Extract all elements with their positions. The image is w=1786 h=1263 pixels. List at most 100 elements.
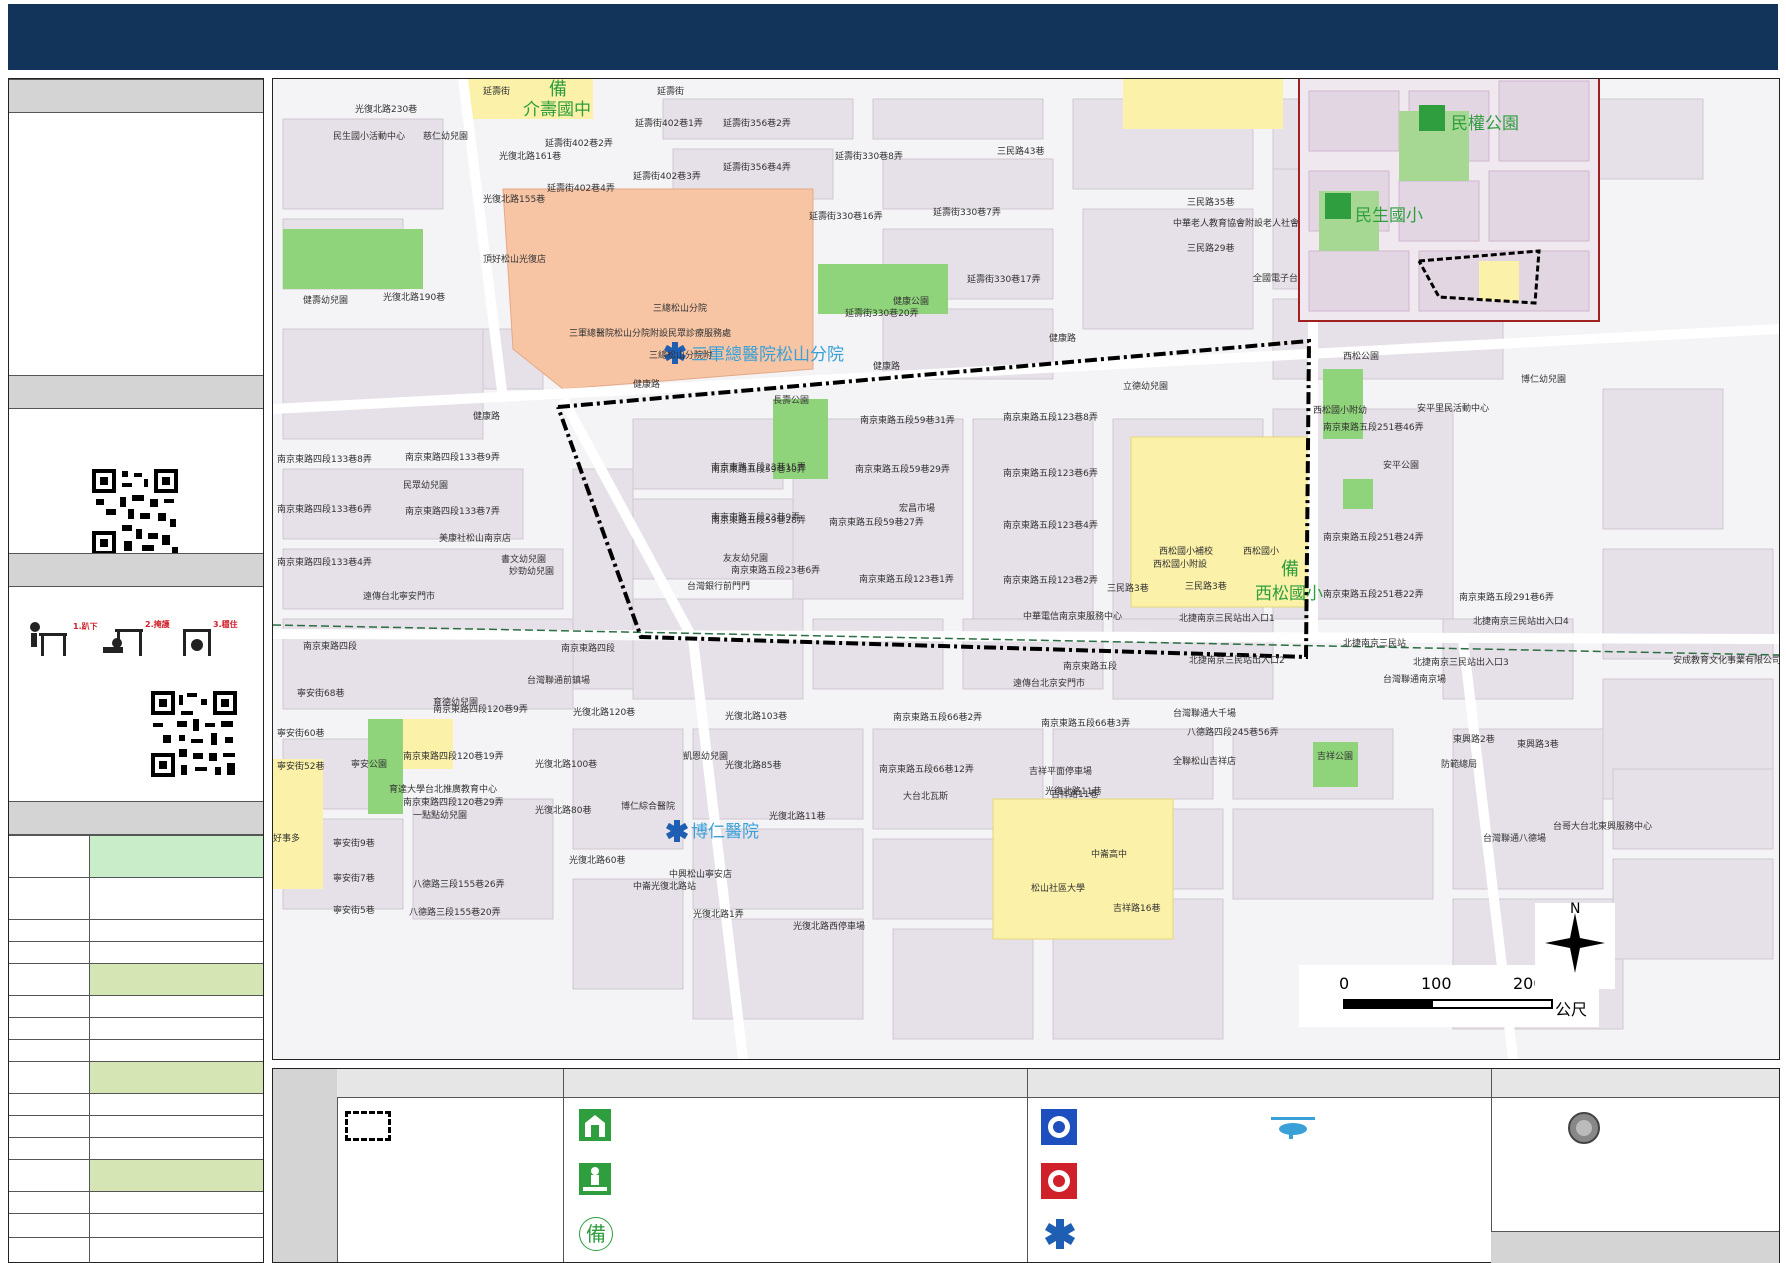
svg-text:公尺: 公尺	[1555, 1000, 1587, 1019]
qr-code-icon[interactable]	[151, 691, 237, 777]
poi-label: 吉祥公園	[1317, 750, 1353, 762]
qr-code-icon[interactable]	[92, 469, 178, 555]
svg-text:1.趴下: 1.趴下	[73, 622, 98, 631]
street-label: 南京東路五段23巷6弄	[731, 564, 820, 576]
poi-label: 北捷南京三民站出入口3	[1413, 656, 1509, 668]
poi-label: 北捷南京三民站出入口4	[1473, 615, 1569, 627]
police-station-icon	[1041, 1109, 1077, 1145]
park-shelter-icon	[579, 1163, 611, 1195]
table-row	[9, 963, 263, 995]
table-row	[9, 941, 263, 963]
street-label: 光復北路190巷	[383, 291, 445, 303]
drop-cover-hold-icon: 1.趴下 2.掩護 3.穩住	[30, 619, 238, 656]
poi-label: 妙勁幼兒園	[509, 565, 554, 577]
street-label: 南京東路五段123巷2弄	[1003, 574, 1098, 586]
poi-label: 好事多	[273, 832, 300, 844]
street-label: 光復北路103巷	[725, 710, 787, 722]
poi-label: 西松國小附設	[1153, 558, 1207, 570]
street-label: 南京東路五段123巷6弄	[1003, 467, 1098, 479]
street-label: 南京東路四段	[561, 642, 615, 654]
street-label: 三民路3巷	[1107, 582, 1149, 594]
street-map[interactable]: 三軍總醫院松山分院 博仁醫院 介壽國中 西松國小 備 備 南京東路五段59巷31…	[273, 79, 1779, 1059]
title-bar	[8, 4, 1778, 70]
shelter-building-icon	[579, 1109, 611, 1141]
label-school-xisong: 西松國小	[1255, 584, 1323, 604]
table-row	[9, 1039, 263, 1061]
poi-label: 博仁幼兒園	[1521, 373, 1566, 385]
street-label: 南京東路五段66巷12弄	[879, 763, 974, 775]
table-row	[9, 1017, 263, 1039]
street-label: 八德路三段155巷20弄	[409, 906, 501, 918]
poi-label: 北捷南京三民站出入口2	[1189, 654, 1285, 666]
map-view[interactable]: 三軍總醫院松山分院 博仁醫院 介壽國中 西松國小 備 備 南京東路五段59巷31…	[272, 78, 1780, 1060]
poi-label: 民眾幼兒園	[403, 479, 448, 491]
panel-header-earthquake	[9, 553, 263, 587]
gray-circle-icon	[1568, 1112, 1600, 1144]
table-row	[9, 1159, 263, 1191]
svg-text:N: N	[1570, 901, 1580, 917]
street-label: 光復北路85巷	[725, 759, 781, 771]
poi-label: 中興松山寧安店	[669, 868, 732, 880]
street-label: 光復北路11巷	[769, 810, 825, 822]
poi-label: 松山社區大學	[1031, 882, 1085, 894]
poi-label: 台哥大台北東興服務中心	[1553, 820, 1652, 832]
poi-label: 立德幼兒園	[1123, 380, 1168, 392]
street-label: 南京東路四段120巷29弄	[403, 796, 504, 808]
street-label: 南京東路四段	[303, 640, 357, 652]
poi-label: 西松公園	[1343, 350, 1379, 362]
street-label: 健康路	[1049, 332, 1076, 344]
table-row	[9, 1061, 263, 1093]
street-label: 光復北路80巷	[535, 804, 591, 816]
inset-map[interactable]: 民權公園 民生國小	[1298, 79, 1600, 322]
street-label: 延壽街356巷4弄	[723, 161, 791, 173]
poi-label: 遠傳台北京安門市	[1013, 677, 1085, 689]
street-label: 南京東路五段123巷4弄	[1003, 519, 1098, 531]
poi-label: 健壽幼兒園	[303, 294, 348, 306]
street-label: 南京東路五段59巷28弄	[711, 514, 806, 526]
inset-school-label: 民生國小	[1355, 206, 1423, 226]
panel-header-overview	[9, 79, 263, 113]
poi-label: 西松國小附幼	[1313, 404, 1367, 416]
poi-label: 安成教育文化事業有限公司	[1673, 654, 1779, 666]
street-label: 延壽街330巷20弄	[845, 307, 919, 319]
street-label: 延壽街330巷16弄	[809, 210, 883, 222]
label-school-jieshou: 介壽國中	[523, 100, 591, 120]
shelter-building-icon	[1325, 193, 1351, 219]
street-label: 延壽街402巷1弄	[635, 117, 703, 129]
svg-text:0: 0	[1339, 974, 1349, 993]
street-label: 三民路3巷	[1185, 580, 1227, 592]
street-label: 南京東路四段133巷4弄	[277, 556, 372, 568]
helicopter-icon	[1271, 1117, 1315, 1139]
legend-panel: 備	[272, 1068, 1780, 1263]
label-hospital-boren: 博仁醫院	[691, 822, 759, 842]
reserve-shelter-icon: 備	[579, 1217, 613, 1251]
street-label: 南京東路四段133巷9弄	[405, 451, 500, 463]
svg-text:3.穩住: 3.穩住	[213, 619, 238, 629]
street-label: 南京東路五段66巷2弄	[893, 711, 982, 723]
street-label: 南京東路五段66巷3弄	[1041, 717, 1130, 729]
table-row	[9, 1237, 263, 1263]
poi-label: 防範總局	[1441, 758, 1477, 770]
street-label: 健康路	[633, 378, 660, 390]
street-label: 南京東路五段251巷46弄	[1323, 421, 1424, 433]
street-label: 寧安街7巷	[333, 872, 375, 884]
poi-label: 凱恩幼兒園	[683, 750, 728, 762]
svg-text:2.掩護: 2.掩護	[145, 619, 171, 629]
poi-label: 大台北瓦斯	[903, 790, 948, 802]
poi-label: 美康社松山南京店	[439, 532, 511, 544]
label-hospital-sanjun: 三軍總醫院松山分院	[691, 345, 844, 365]
street-label: 南京東路五段251巷24弄	[1323, 531, 1424, 543]
street-label: 健康路	[473, 410, 500, 422]
poi-label: 安平公園	[1383, 459, 1419, 471]
street-label: 東興路2巷	[1453, 733, 1495, 745]
street-label: 南京東路五段	[1063, 660, 1117, 672]
street-label: 寧安街5巷	[333, 904, 375, 916]
poi-label: 書文幼兒園	[501, 553, 546, 565]
poi-label: 西松國小	[1243, 545, 1279, 557]
poi-label: 博仁綜合醫院	[621, 800, 675, 812]
street-label: 延壽街330巷7弄	[933, 206, 1001, 218]
street-label: 延壽街402巷3弄	[633, 170, 701, 182]
street-label: 南京東路五段123巷8弄	[1003, 411, 1098, 423]
street-label: 三民路35巷	[1187, 196, 1234, 208]
poi-label: 育達大學台北推廣教育中心	[389, 783, 497, 795]
